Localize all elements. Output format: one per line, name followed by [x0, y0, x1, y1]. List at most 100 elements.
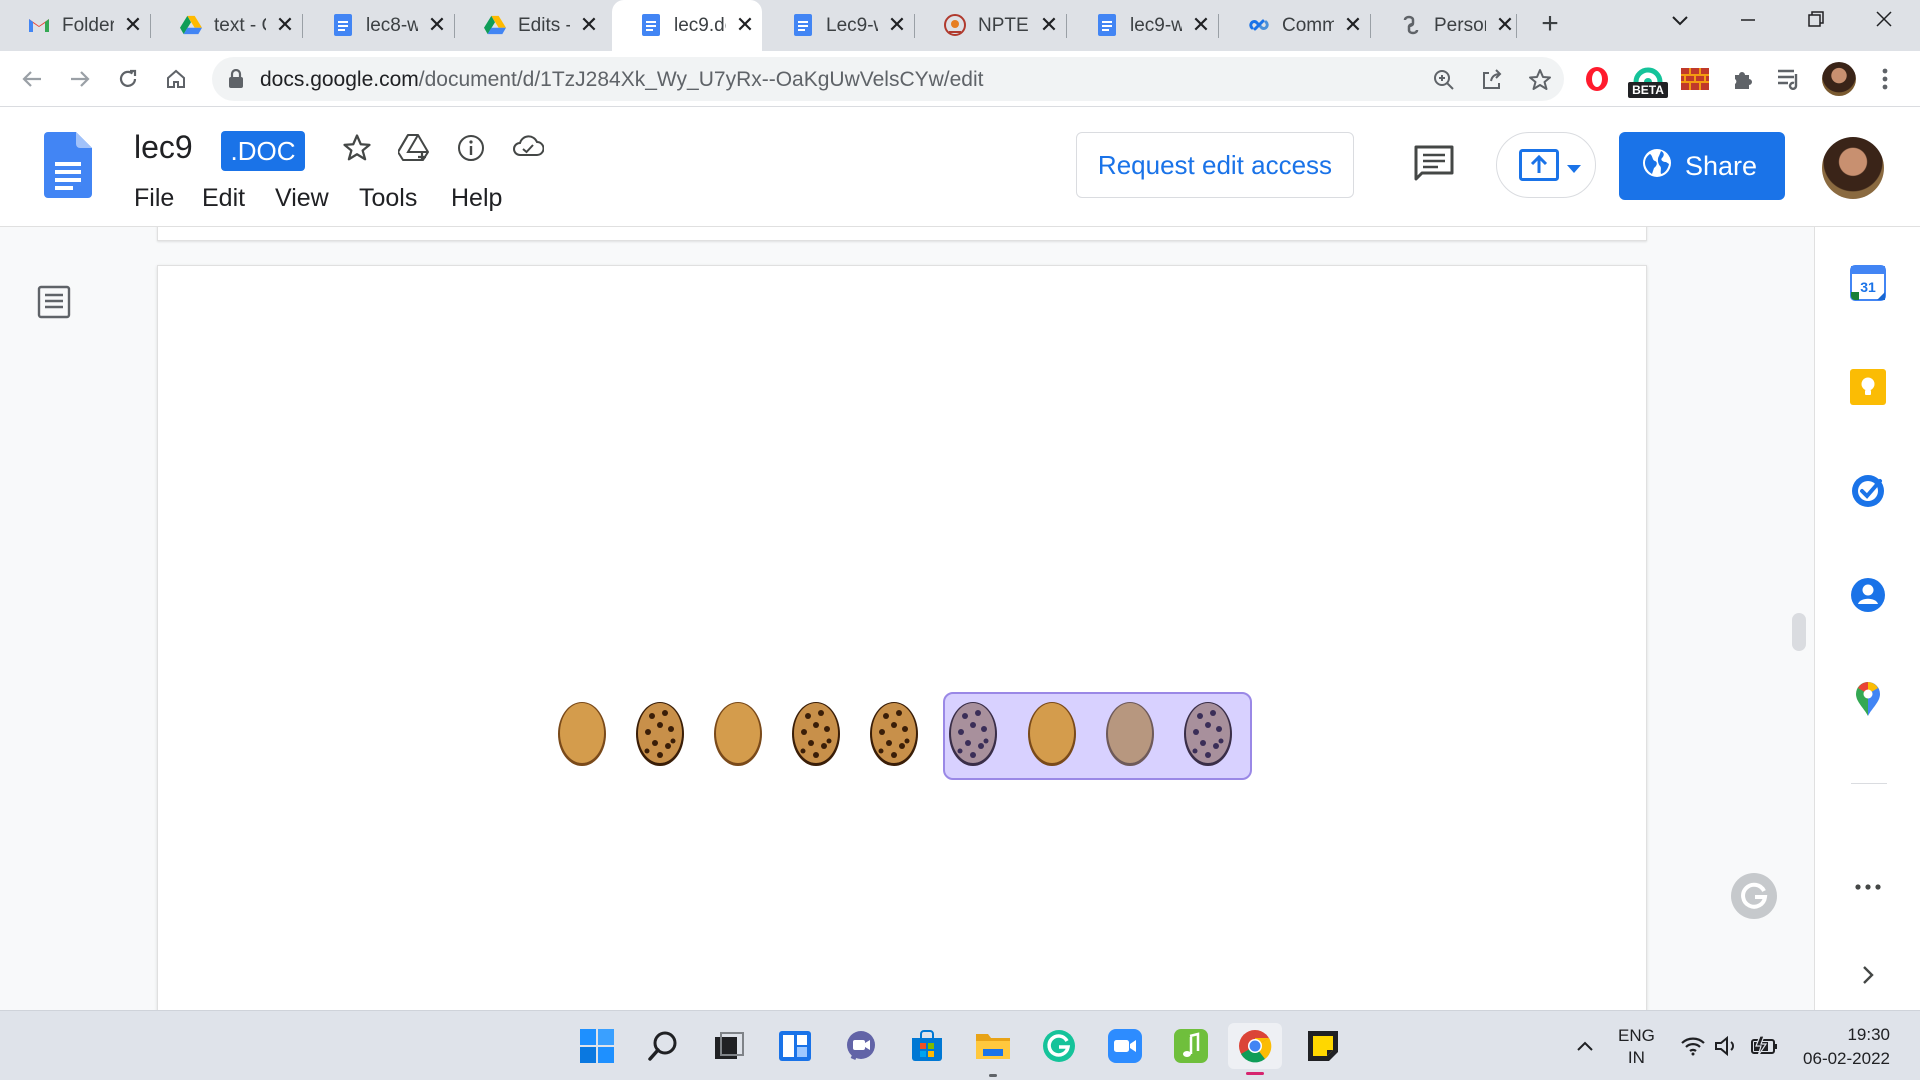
cloud-saved-icon[interactable]: [512, 133, 545, 165]
browser-tab-nptel[interactable]: NPTEL ✕: [916, 0, 1066, 51]
reload-icon[interactable]: [112, 63, 144, 95]
widgets-icon[interactable]: [774, 1025, 816, 1067]
profile-avatar[interactable]: [1822, 62, 1856, 96]
present-dropdown-chevron-icon[interactable]: [1567, 161, 1581, 179]
zoom-app-icon[interactable]: [1104, 1025, 1146, 1067]
search-icon[interactable]: [642, 1025, 684, 1067]
show-hidden-icons-chevron-icon[interactable]: [1564, 1025, 1606, 1067]
close-tab-icon[interactable]: ✕: [1038, 12, 1060, 38]
close-tab-icon[interactable]: ✕: [734, 12, 756, 38]
input-language-indicator[interactable]: ENG IN: [1618, 1025, 1655, 1069]
tasks-icon[interactable]: [1848, 471, 1888, 511]
calendar-icon[interactable]: 31: [1848, 263, 1888, 303]
share-page-icon[interactable]: [1480, 68, 1504, 92]
share-button[interactable]: Share: [1619, 132, 1785, 200]
document-page[interactable]: [157, 265, 1647, 1010]
system-clock[interactable]: 19:30 06-02-2022: [1780, 1023, 1890, 1071]
close-tab-icon[interactable]: ✕: [578, 12, 600, 38]
home-icon[interactable]: [160, 63, 192, 95]
keep-icon[interactable]: [1848, 367, 1888, 407]
extensions-puzzle-icon[interactable]: [1728, 64, 1758, 94]
restore-window-icon[interactable]: [1796, 10, 1836, 40]
file-explorer-icon[interactable]: [972, 1025, 1014, 1077]
minimize-window-icon[interactable]: [1728, 10, 1768, 40]
google-drive-icon: [484, 14, 506, 36]
opera-extension-icon[interactable]: [1582, 64, 1612, 94]
browser-tab-lec9-active[interactable]: lec9.dc ✕: [612, 0, 762, 51]
menu-file[interactable]: File: [134, 184, 174, 213]
vertical-scrollbar-thumb[interactable]: [1792, 613, 1806, 651]
bookmark-star-icon[interactable]: [1528, 68, 1552, 92]
windows-start-icon[interactable]: [576, 1025, 618, 1067]
document-canvas[interactable]: [0, 227, 1814, 1010]
task-view-icon[interactable]: [708, 1025, 750, 1067]
menu-tools[interactable]: Tools: [359, 184, 417, 213]
expand-panel-chevron-icon[interactable]: [1848, 955, 1888, 995]
request-edit-access-button[interactable]: Request edit access: [1076, 132, 1354, 198]
back-arrow-icon[interactable]: [16, 63, 48, 95]
plain-cookie[interactable]: [557, 701, 607, 767]
browser-tab-person[interactable]: Person ✕: [1372, 0, 1522, 51]
browser-tab-comm[interactable]: Comm ✕: [1220, 0, 1370, 51]
teams-chat-icon[interactable]: [840, 1025, 882, 1067]
chrome-app-icon[interactable]: [1228, 1023, 1282, 1075]
browser-menu-kebab-icon[interactable]: [1870, 64, 1900, 94]
close-tab-icon[interactable]: ✕: [1494, 12, 1516, 38]
tab-separator: [914, 14, 915, 38]
present-button[interactable]: [1496, 132, 1596, 198]
close-tab-icon[interactable]: ✕: [886, 12, 908, 38]
chocolate-chip-cookie[interactable]: [635, 701, 685, 767]
selected-chocolate-chip-cookie[interactable]: [1183, 701, 1233, 767]
grammarly-beta-extension-icon[interactable]: BETA: [1628, 59, 1668, 101]
document-info-icon[interactable]: [456, 133, 488, 165]
selected-plain-cookie[interactable]: [1027, 701, 1077, 767]
contacts-icon[interactable]: [1848, 575, 1888, 615]
zoom-icon[interactable]: [1432, 68, 1456, 92]
document-title[interactable]: lec9: [134, 129, 193, 166]
new-tab-button[interactable]: +: [1535, 9, 1565, 40]
lock-icon[interactable]: [228, 68, 244, 94]
selected-chocolate-chip-cookie[interactable]: [948, 701, 998, 767]
move-to-drive-icon[interactable]: [397, 133, 430, 165]
account-avatar[interactable]: [1822, 137, 1884, 199]
tab-separator: [150, 14, 151, 38]
media-queue-icon[interactable]: [1774, 64, 1804, 94]
close-tab-icon[interactable]: ✕: [1190, 12, 1212, 38]
close-tab-icon[interactable]: ✕: [1342, 12, 1364, 38]
grammarly-app-icon[interactable]: [1038, 1025, 1080, 1067]
music-app-icon[interactable]: [1170, 1025, 1212, 1067]
more-addons-icon[interactable]: [1848, 867, 1888, 907]
browser-tab-lec9-w2[interactable]: lec9-w ✕: [1068, 0, 1218, 51]
brick-extension-icon[interactable]: [1680, 64, 1710, 94]
close-tab-icon[interactable]: ✕: [122, 12, 144, 38]
calendar-day-number: 31: [1860, 279, 1876, 295]
microsoft-store-icon[interactable]: [906, 1025, 948, 1067]
selected-plain-cookie[interactable]: [1105, 701, 1155, 767]
google-docs-logo-icon[interactable]: [44, 132, 92, 203]
browser-tab-gmail[interactable]: Folder ✕: [0, 0, 150, 51]
maps-icon[interactable]: [1848, 679, 1888, 719]
star-icon[interactable]: [342, 133, 374, 165]
close-tab-icon[interactable]: ✕: [274, 12, 296, 38]
plain-cookie[interactable]: [713, 701, 763, 767]
menu-view[interactable]: View: [275, 184, 329, 213]
grammarly-assistant-icon[interactable]: [1731, 873, 1777, 919]
menu-help[interactable]: Help: [451, 184, 502, 213]
document-outline-icon[interactable]: [37, 285, 71, 324]
close-tab-icon[interactable]: ✕: [426, 12, 448, 38]
sticky-notes-icon[interactable]: [1302, 1025, 1344, 1067]
tab-search-chevron-icon[interactable]: [1660, 10, 1700, 40]
menu-edit[interactable]: Edit: [202, 184, 245, 213]
address-bar[interactable]: docs.google.com/document/d/1TzJ284Xk_Wy_…: [212, 57, 1564, 101]
comment-history-icon[interactable]: [1414, 145, 1454, 188]
close-window-icon[interactable]: [1864, 10, 1904, 40]
browser-tab-edits[interactable]: Edits - ✕: [456, 0, 606, 51]
chocolate-chip-cookie[interactable]: [869, 701, 919, 767]
chocolate-chip-cookie[interactable]: [791, 701, 841, 767]
browser-tab-lec8[interactable]: lec8-w ✕: [304, 0, 454, 51]
forward-arrow-icon[interactable]: [64, 63, 96, 95]
side-panel-divider: [1851, 783, 1887, 784]
battery-charging-icon[interactable]: [1742, 1025, 1784, 1067]
browser-tab-drive-text[interactable]: text - C ✕: [152, 0, 302, 51]
browser-tab-lec9-w[interactable]: Lec9-w ✕: [764, 0, 914, 51]
